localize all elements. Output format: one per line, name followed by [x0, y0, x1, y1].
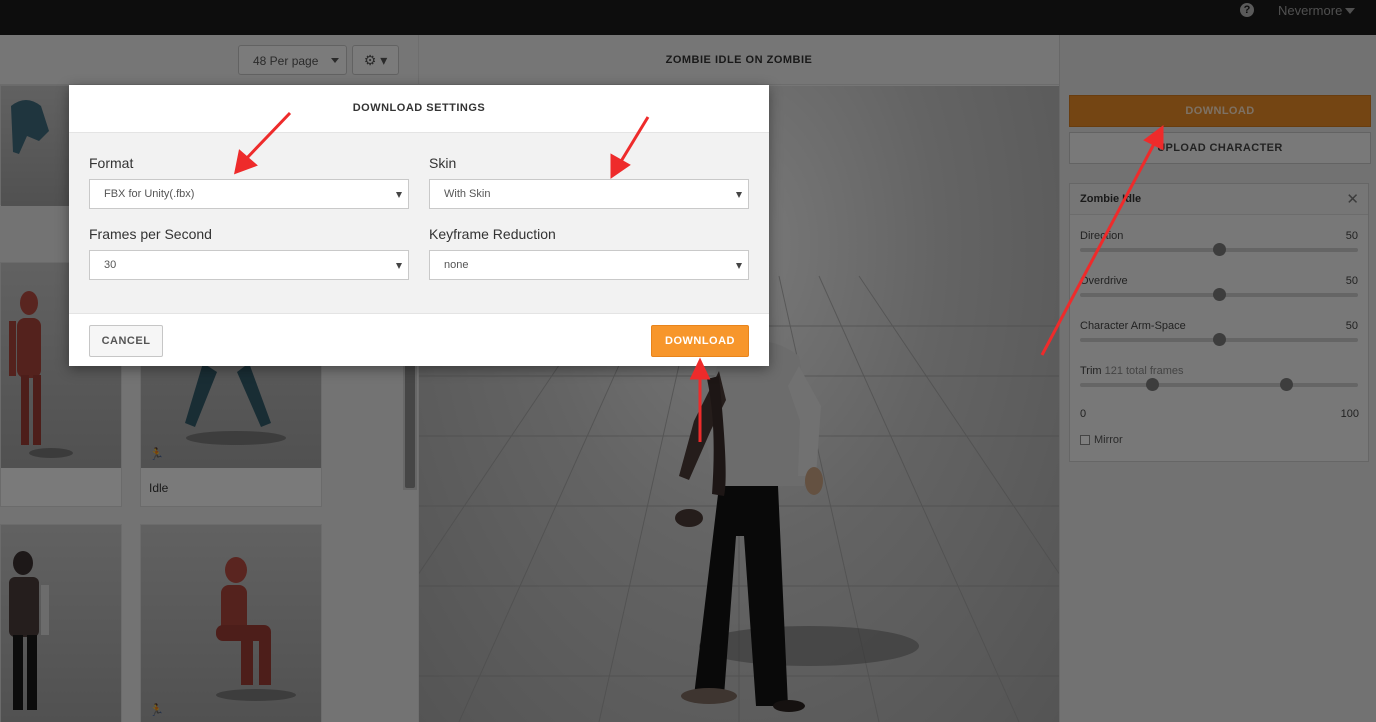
keyframe-reduction-select[interactable]: none — [429, 250, 749, 280]
dialog-download-button[interactable]: DOWNLOAD — [651, 325, 749, 357]
skin-label: Skin — [429, 155, 457, 171]
format-select[interactable]: FBX for Unity(.fbx) — [89, 179, 409, 209]
skin-value: With Skin — [444, 188, 491, 200]
keyframe-reduction-value: none — [444, 259, 469, 271]
dialog-body: Format FBX for Unity(.fbx) Skin With Ski… — [69, 132, 769, 314]
caret-down-icon — [396, 192, 402, 198]
caret-down-icon — [736, 263, 742, 269]
format-label: Format — [89, 155, 134, 171]
caret-down-icon — [396, 263, 402, 269]
fps-value: 30 — [104, 259, 117, 271]
app-window: ? Nevermore 48 Per page ⚙ ▾ — [0, 0, 1376, 722]
fps-label: Frames per Second — [89, 226, 212, 242]
cancel-button[interactable]: CANCEL — [89, 325, 163, 357]
download-settings-dialog: DOWNLOAD SETTINGS Format FBX for Unity(.… — [69, 85, 769, 366]
keyframe-reduction-label: Keyframe Reduction — [429, 226, 556, 242]
skin-select[interactable]: With Skin — [429, 179, 749, 209]
dialog-title: DOWNLOAD SETTINGS — [352, 102, 486, 114]
fps-select[interactable]: 30 — [89, 250, 409, 280]
format-value: FBX for Unity(.fbx) — [104, 188, 195, 200]
caret-down-icon — [736, 192, 742, 198]
